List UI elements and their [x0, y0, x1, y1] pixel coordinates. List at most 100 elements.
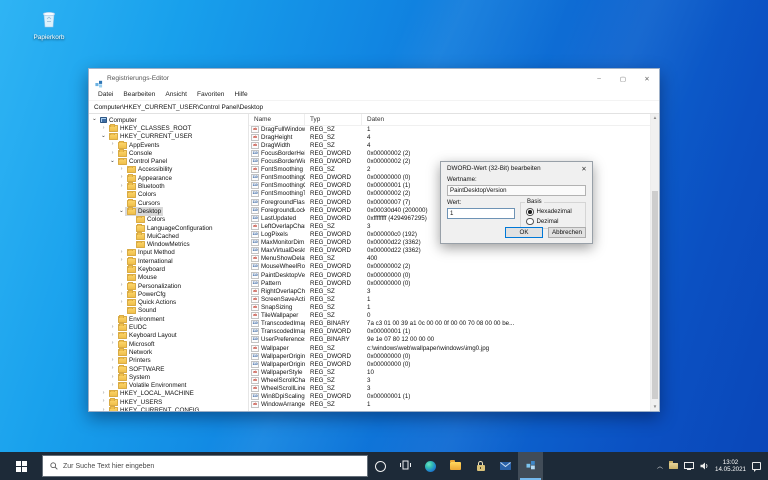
action-center-icon[interactable]: [752, 462, 761, 470]
list-row-maxvirtualdeskt[interactable]: 110MaxVirtualDeskt...REG_DWORD0x00000d22…: [249, 247, 651, 255]
tree-item-printers[interactable]: ›Printers: [89, 357, 248, 365]
chevron-down-icon[interactable]: ⌄: [109, 159, 116, 165]
list-row-screensaveactive[interactable]: abScreenSaveActiveREG_SZ1: [249, 295, 651, 303]
list-row-dragwidth[interactable]: abDragWidthREG_SZ4: [249, 141, 651, 149]
chevron-right-icon[interactable]: ›: [109, 333, 116, 339]
menu-hilfe[interactable]: Hilfe: [229, 91, 252, 98]
tree-item-mouse[interactable]: Mouse: [89, 274, 248, 282]
menu-datei[interactable]: Datei: [93, 91, 118, 98]
tree-item-body[interactable]: International: [125, 257, 175, 265]
tree-item-body[interactable]: Quick Actions: [125, 299, 178, 307]
chevron-right-icon[interactable]: ›: [109, 358, 116, 364]
tree-item-muicached[interactable]: MuiCached: [89, 232, 248, 240]
edge-button[interactable]: [418, 452, 443, 480]
tree-item-windowmetrics[interactable]: WindowMetrics: [89, 240, 248, 248]
recycle-bin-shortcut[interactable]: Papierkorb: [24, 9, 74, 41]
tray-expand-icon[interactable]: ︿: [657, 461, 663, 470]
ok-button[interactable]: OK: [505, 227, 543, 238]
tree-item-colors[interactable]: Colors: [89, 216, 248, 224]
list-row-paintdesktopvers[interactable]: 110PaintDesktopVers...REG_DWORD0x0000000…: [249, 271, 651, 279]
cancel-button[interactable]: Abbrechen: [548, 227, 586, 238]
list-row-tilewallpaper[interactable]: abTileWallpaperREG_SZ0: [249, 312, 651, 320]
list-row-snapsizing[interactable]: abSnapSizingREG_SZ1: [249, 303, 651, 311]
security-app-button[interactable]: [468, 452, 493, 480]
tree-item-environment[interactable]: Environment: [89, 315, 248, 323]
chevron-right-icon[interactable]: ›: [118, 292, 125, 298]
chevron-down-icon[interactable]: ⌄: [91, 117, 98, 123]
chevron-right-icon[interactable]: ›: [109, 375, 116, 381]
tree-item-body[interactable]: MuiCached: [134, 232, 181, 240]
list-row-wallpaperstyle[interactable]: abWallpaperStyleREG_SZ10: [249, 368, 651, 376]
tree-item-system[interactable]: ›System: [89, 373, 248, 381]
list-row-menushowdelay[interactable]: abMenuShowDelayREG_SZ400: [249, 255, 651, 263]
chevron-right-icon[interactable]: ›: [109, 151, 116, 157]
chevron-right-icon[interactable]: ›: [109, 325, 116, 331]
chevron-right-icon[interactable]: ›: [100, 126, 107, 132]
chevron-right-icon[interactable]: ›: [100, 391, 107, 397]
list-row-transcodedimag[interactable]: 110TranscodedImag...REG_DWORD0x00000001 …: [249, 328, 651, 336]
tree-item-network[interactable]: Network: [89, 348, 248, 356]
tree-item-body[interactable]: HKEY_USERS: [107, 398, 164, 406]
list-row-windowarrange[interactable]: abWindowArrange...REG_SZ1: [249, 401, 651, 409]
tree-item-colors[interactable]: Colors: [89, 191, 248, 199]
list-row-mousewheelrou[interactable]: 110MouseWheelRou...REG_DWORD0x00000002 (…: [249, 263, 651, 271]
tree-item-hkey-users[interactable]: ›HKEY_USERS: [89, 398, 248, 406]
scroll-down-icon[interactable]: ▼: [651, 403, 659, 411]
tree-item-body[interactable]: Keyboard Layout: [116, 332, 179, 340]
network-icon[interactable]: [684, 457, 694, 475]
tree-item-keyboard[interactable]: Keyboard: [89, 265, 248, 273]
file-explorer-button[interactable]: [443, 452, 468, 480]
list-row-dragheight[interactable]: abDragHeightREG_SZ4: [249, 133, 651, 141]
volume-icon[interactable]: [700, 457, 709, 475]
tree-item-quick-actions[interactable]: ›Quick Actions: [89, 299, 248, 307]
list-row-dragfullwindows[interactable]: abDragFullWindowsREG_SZ1: [249, 125, 651, 133]
tree-item-body[interactable]: Appearance: [125, 174, 174, 182]
tree-item-hkey-current-config[interactable]: ›HKEY_CURRENT_CONFIG: [89, 406, 248, 411]
list-row-win8dpiscaling[interactable]: 110Win8DpiScalingREG_DWORD0x00000001 (1): [249, 393, 651, 401]
cortana-button[interactable]: [368, 452, 393, 480]
tree-item-body[interactable]: Colors: [134, 216, 167, 224]
tree-item-sound[interactable]: Sound: [89, 307, 248, 315]
tree-item-body[interactable]: HKEY_CLASSES_ROOT: [107, 124, 193, 132]
tree-item-desktop[interactable]: ⌄Desktop: [89, 207, 248, 215]
tree-item-console[interactable]: ›Console: [89, 149, 248, 157]
dialog-close-button[interactable]: ✕: [576, 162, 592, 175]
tree-item-body[interactable]: SOFTWARE: [116, 365, 166, 373]
tree-item-body[interactable]: Cursors: [125, 199, 162, 207]
chevron-right-icon[interactable]: ›: [109, 142, 116, 148]
tree-item-body[interactable]: Mouse: [125, 274, 159, 282]
tree-item-body[interactable]: Sound: [125, 307, 158, 315]
chevron-right-icon[interactable]: ›: [118, 184, 125, 190]
list-row-transcodedimag[interactable]: 110TranscodedImag...REG_BINARY7a c3 01 0…: [249, 320, 651, 328]
mail-button[interactable]: [493, 452, 518, 480]
list-row-wheelscrollchars[interactable]: abWheelScrollCharsREG_SZ3: [249, 376, 651, 384]
list-row-focusborderheig[interactable]: 110FocusBorderHeig...REG_DWORD0x00000002…: [249, 149, 651, 157]
tree-item-body[interactable]: Input Method: [125, 249, 177, 257]
chevron-right-icon[interactable]: ›: [118, 283, 125, 289]
tree-item-body[interactable]: System: [116, 373, 152, 381]
tree-item-body[interactable]: EUDC: [116, 323, 149, 331]
menu-favoriten[interactable]: Favoriten: [192, 91, 230, 98]
tree-item-body[interactable]: Printers: [116, 357, 153, 365]
tree-item-body[interactable]: Colors: [125, 191, 158, 199]
tree-item-accessibility[interactable]: ›Accessibility: [89, 166, 248, 174]
column-header-typ[interactable]: Typ: [305, 114, 362, 125]
tree-item-powercfg[interactable]: ›PowerCfg: [89, 290, 248, 298]
list-row-wallpaperoriginx[interactable]: 110WallpaperOriginXREG_DWORD0x00000000 (…: [249, 352, 651, 360]
tree-item-body[interactable]: HKEY_CURRENT_USER: [107, 133, 194, 141]
radio-hexadezimal[interactable]: Hexadezimal: [526, 207, 585, 217]
tree-item-body[interactable]: Control Panel: [116, 157, 169, 165]
chevron-right-icon[interactable]: ›: [109, 383, 116, 389]
list-row-pattern[interactable]: 110PatternREG_DWORD0x00000000 (0): [249, 279, 651, 287]
column-header-name[interactable]: Name: [249, 114, 305, 125]
tree-item-control-panel[interactable]: ⌄Control Panel: [89, 157, 248, 165]
list-row-wallpaperoriginy[interactable]: 110WallpaperOriginYREG_DWORD0x00000000 (…: [249, 360, 651, 368]
title-bar[interactable]: Registrierungs-Editor – ▢ ✕: [89, 69, 659, 88]
chevron-right-icon[interactable]: ›: [118, 175, 125, 181]
start-button[interactable]: [0, 452, 42, 480]
dialog-title-bar[interactable]: DWORD-Wert (32-Bit) bearbeiten ✕: [441, 162, 592, 175]
taskbar-clock[interactable]: 13:02 14.05.2021: [715, 459, 746, 473]
chevron-right-icon[interactable]: ›: [118, 167, 125, 173]
tree-item-body[interactable]: Keyboard: [125, 265, 167, 273]
chevron-down-icon[interactable]: ⌄: [100, 134, 107, 140]
